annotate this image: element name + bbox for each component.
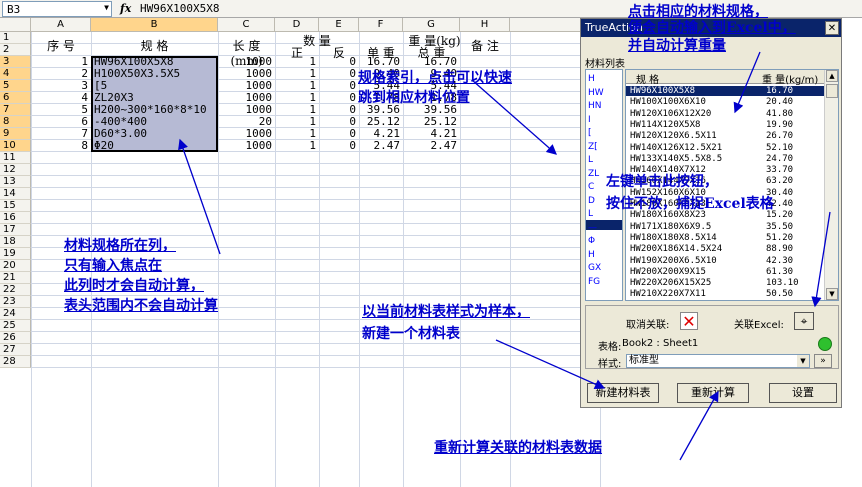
annotation-arrow: [733, 51, 761, 114]
annotation-arrow: [471, 79, 557, 155]
annotation-arrows: [178, 51, 831, 461]
annotation-arrow: [495, 339, 606, 390]
annotation-arrow: [679, 390, 719, 461]
annotation-arrow: [811, 211, 831, 308]
annotation-arrow: [178, 138, 221, 255]
